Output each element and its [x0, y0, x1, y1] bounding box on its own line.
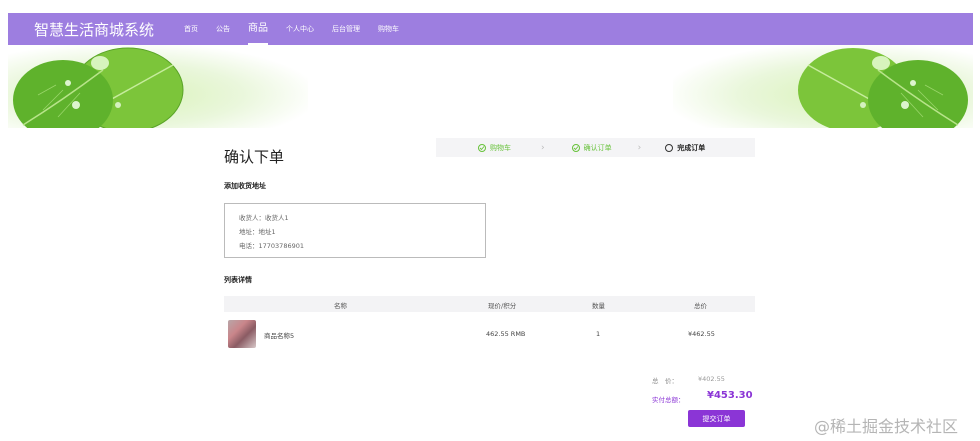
pay-amount-label: 实付总额：: [652, 396, 685, 404]
chevron-right-icon: ›: [637, 142, 642, 153]
watermark: @稀土掘金技术社区: [814, 417, 959, 436]
product-total: ¥462.55: [688, 330, 715, 338]
leaf-image-left: [13, 47, 184, 128]
check-circle-icon: [478, 143, 486, 152]
total-price-value: ¥402.55: [698, 375, 725, 383]
nav-item-user-center[interactable]: 个人中心: [286, 13, 314, 45]
nav-item-admin[interactable]: 后台管理: [332, 13, 360, 45]
nav-item-products[interactable]: 商品: [248, 13, 269, 45]
product-thumbnail[interactable]: [228, 320, 256, 348]
page-title: 确认下单: [224, 148, 285, 166]
address-phone: 电话：17703786901: [239, 242, 304, 250]
chevron-right-icon: ›: [541, 142, 545, 153]
step-label: 购物车: [490, 143, 511, 152]
pay-amount-value: ¥453.30: [707, 390, 753, 401]
step-cart: 购物车: [478, 143, 511, 153]
address-location: 地址：地址1: [239, 228, 276, 236]
step-label: 确认订单: [583, 143, 612, 152]
check-circle-icon: [571, 143, 580, 152]
step-confirm-order: 确认订单: [571, 143, 612, 153]
list-section-label: 列表详情: [224, 276, 252, 284]
column-header-qty: 数量: [592, 302, 605, 310]
column-header-total: 总价: [694, 302, 707, 310]
product-name[interactable]: 商品名称5: [264, 330, 294, 340]
nav-item-cart[interactable]: 购物车: [378, 13, 399, 45]
product-qty: 1: [596, 330, 601, 338]
address-recipient: 收货人：收货人1: [239, 214, 289, 222]
product-price: 462.55 RMB: [486, 330, 526, 338]
leaf-image-right: [798, 48, 968, 128]
column-header-name: 名称: [334, 302, 347, 310]
table-header: 名称 现价/积分 数量 总价: [224, 296, 755, 312]
submit-order-button[interactable]: 提交订单: [688, 410, 745, 427]
brand-title[interactable]: 智慧生活商城系统: [34, 19, 154, 40]
table-row: 商品名称5 462.55 RMB 1 ¥462.55: [224, 318, 755, 350]
top-navbar: 智慧生活商城系统 首页 公告 商品 个人中心 后台管理 购物车: [8, 13, 973, 45]
address-card[interactable]: 收货人：收货人1 地址：地址1 电话：17703786901: [224, 203, 486, 258]
step-complete-order: 完成订单: [665, 143, 705, 153]
step-label: 完成订单: [677, 143, 706, 152]
address-section-label: 添加收货地址: [224, 182, 266, 190]
nav-item-home[interactable]: 首页: [184, 13, 198, 45]
ring-circle-icon: [665, 143, 674, 152]
column-header-price: 现价/积分: [488, 302, 517, 310]
order-steps: 购物车 › 确认订单 › 完成订单: [436, 138, 755, 157]
total-price-label: 总 价：: [652, 377, 678, 385]
nav-item-notice[interactable]: 公告: [216, 13, 230, 45]
page: 智慧生活商城系统 首页 公告 商品 个人中心 后台管理 购物车 确认下单 购物车…: [0, 0, 980, 441]
banner: [8, 45, 973, 128]
main-nav: 首页 公告 商品 个人中心 后台管理 购物车: [184, 13, 417, 45]
